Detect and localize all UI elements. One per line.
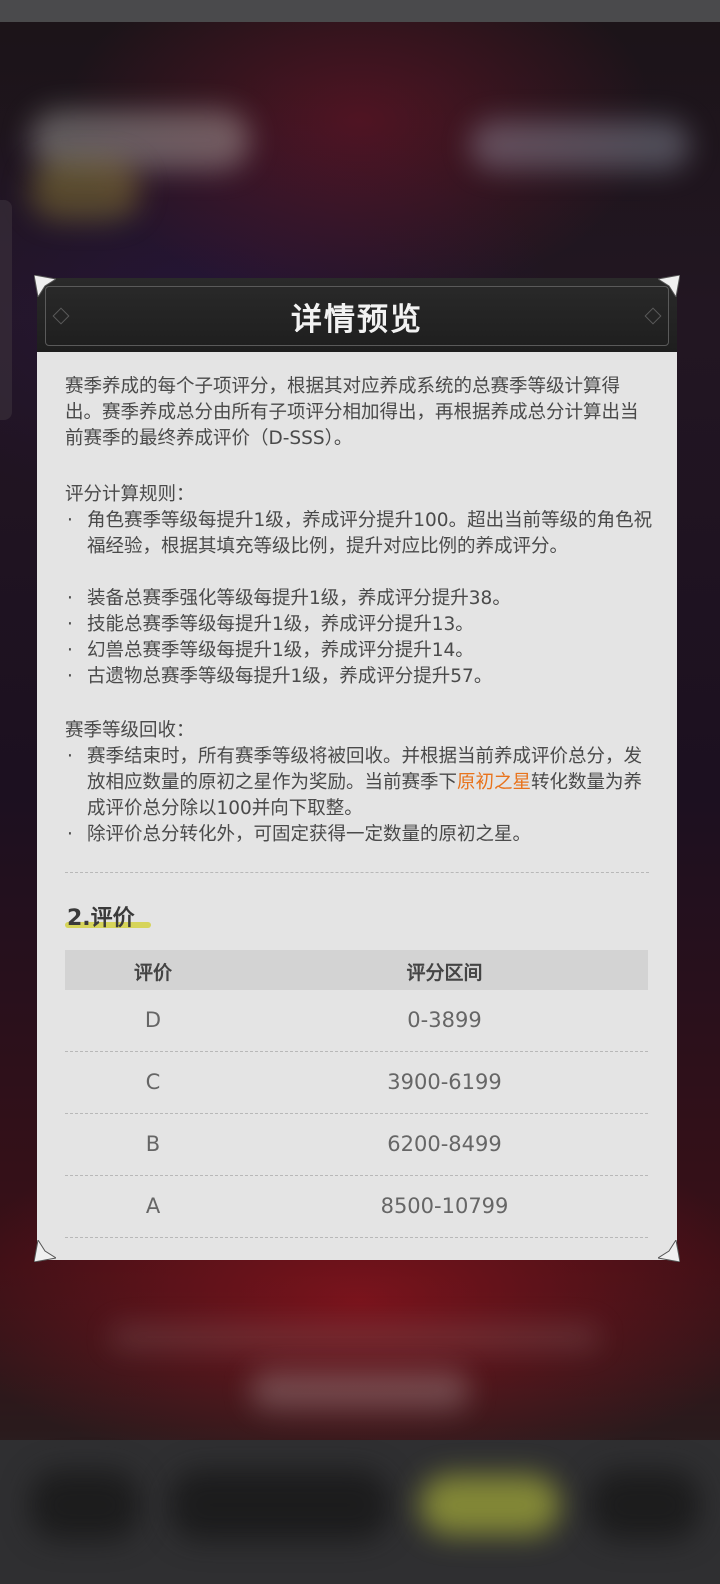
divider: [65, 872, 649, 873]
range-cell: 0-3899: [407, 1008, 482, 1032]
table-row: C 3900-6199: [65, 1052, 648, 1114]
list-item: · 装备总赛季强化等级每提升1级，养成评分提升38。: [67, 588, 511, 609]
recycle-heading: 赛季等级回收：: [65, 720, 195, 741]
list-item: · 幻兽总赛季等级每提升1级，养成评分提升14。: [67, 640, 474, 661]
corner-ornament-icon: [34, 1240, 56, 1262]
column-header: 评分区间: [406, 962, 483, 984]
intro-text: 赛季养成的每个子项评分，根据其对应养成系统的总赛季等级计算得出。赛季养成总分由所…: [65, 376, 639, 449]
corner-ornament-icon: [34, 275, 56, 297]
list-item: · 除评价总分转化外，可固定获得一定数量的原初之星。: [67, 824, 532, 845]
table-header: 评价 评分区间: [65, 950, 648, 990]
status-bar: [0, 0, 720, 22]
rules-heading: 评分计算规则：: [65, 484, 195, 505]
column-header: 评价: [133, 962, 172, 984]
dialog-title: 详情预览: [291, 302, 423, 338]
table-row: A 8500-10799: [65, 1176, 648, 1238]
range-cell: 8500-10799: [380, 1194, 509, 1218]
side-tab: [0, 200, 12, 420]
dialog-header: 详情预览: [37, 278, 677, 352]
range-cell: 3900-6199: [387, 1070, 502, 1094]
table-row: B 6200-8499: [65, 1114, 648, 1176]
list-item: · 角色赛季等级每提升1级，养成评分提升100。超出当前等级的角色祝福经验，根据…: [67, 510, 653, 557]
grade-table: 评价 评分区间 D 0-3899 C 3900-6199 B 6200-8499…: [65, 950, 648, 1238]
dialog-content[interactable]: 赛季养成的每个子项评分，根据其对应养成系统的总赛季等级计算得出。赛季养成总分由所…: [37, 352, 677, 1260]
grade-cell: A: [145, 1194, 161, 1218]
list-item: · 古遗物总赛季等级每提升1级，养成评分提升57。: [67, 666, 493, 687]
detail-preview-dialog: 详情预览 赛季养成的每个子项评分，根据其对应养成系统的总赛季等级计算得出。赛季养…: [37, 278, 677, 1260]
grade-cell: D: [144, 1008, 162, 1032]
range-cell: 6200-8499: [387, 1132, 502, 1156]
list-item: · 赛季结束时，所有赛季等级将被回收。并根据当前养成评价总分，发放相应数量的原初…: [67, 746, 643, 819]
corner-ornament-icon: [658, 1240, 680, 1262]
grade-cell: B: [145, 1132, 161, 1156]
corner-ornament-icon: [658, 275, 680, 297]
grade-cell: C: [145, 1070, 161, 1094]
highlight-term: 原初之星: [457, 772, 532, 793]
section-title: 2.评价: [67, 906, 135, 931]
table-row: D 0-3899: [65, 990, 648, 1052]
list-item: · 技能总赛季等级每提升1级，养成评分提升13。: [67, 614, 474, 635]
